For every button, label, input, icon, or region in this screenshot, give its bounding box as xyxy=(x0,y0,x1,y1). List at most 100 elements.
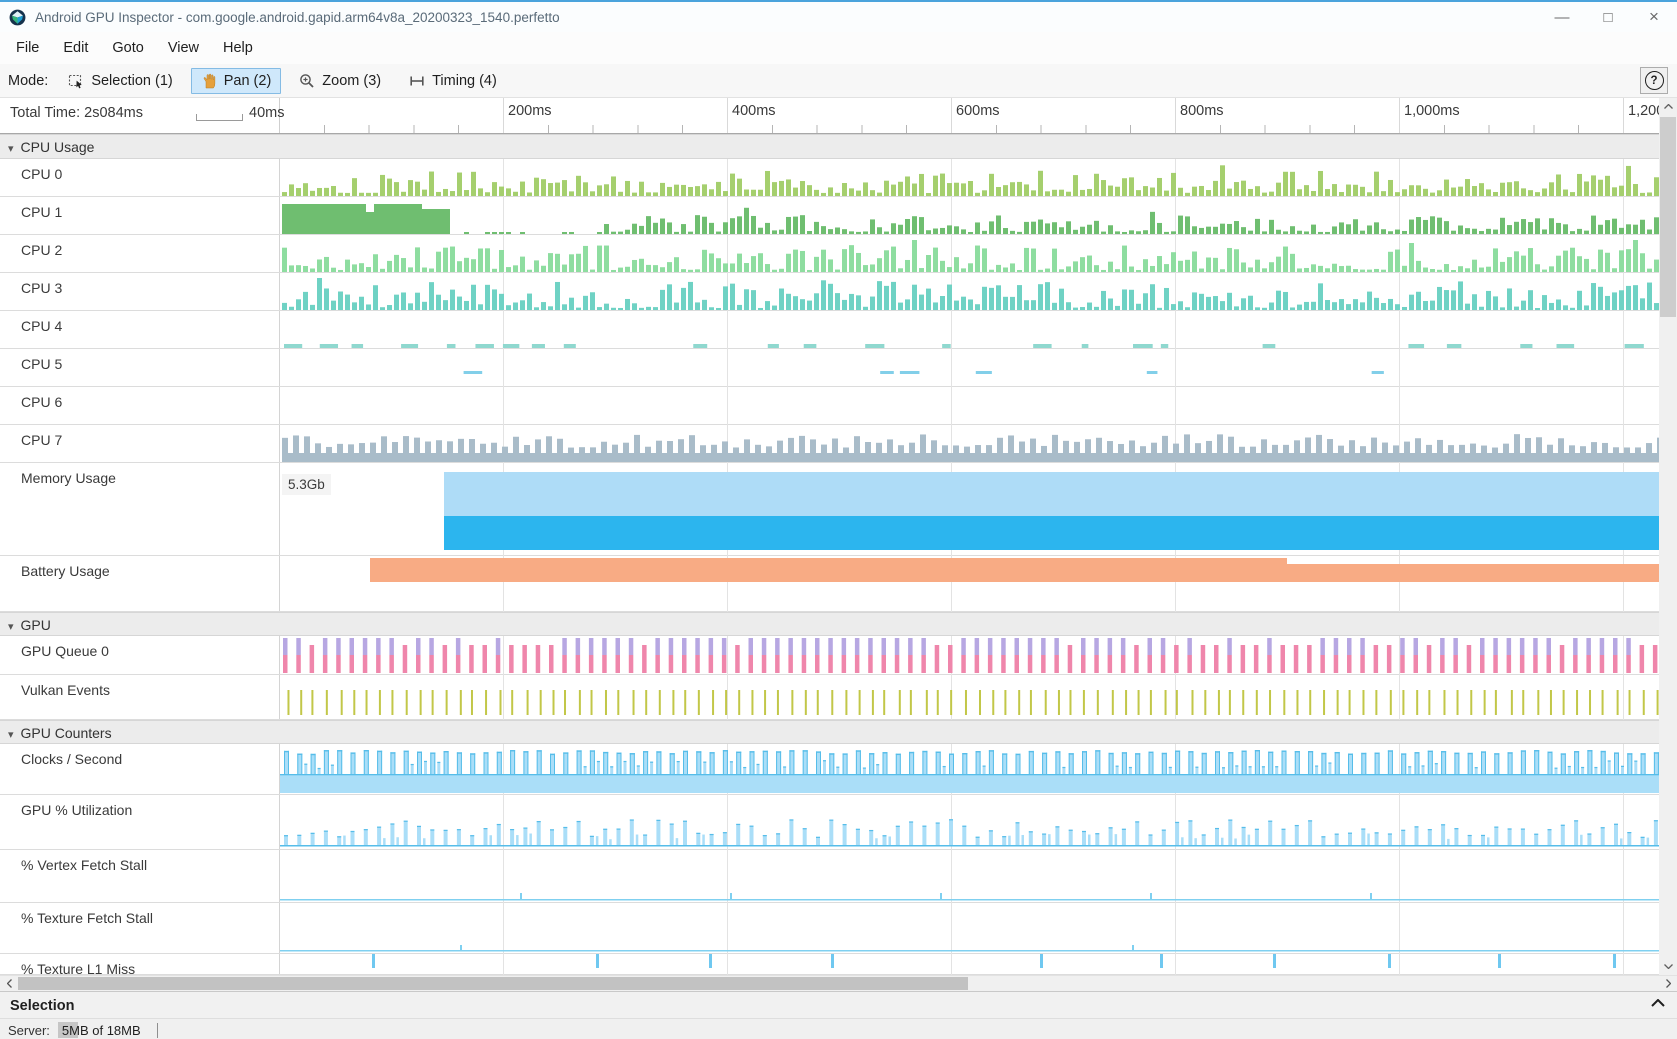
track-label-cpu-2: CPU 2 xyxy=(0,235,280,272)
track-label-battery-usage: Battery Usage xyxy=(0,556,280,611)
scroll-right-icon[interactable] xyxy=(1659,976,1677,991)
timing-mode-label: Timing (4) xyxy=(432,73,497,89)
track-chart-vulkan-events[interactable] xyxy=(280,675,1659,720)
track-row-battery-usage[interactable]: Battery Usage xyxy=(0,556,1659,612)
help-icon: ? xyxy=(1645,71,1664,90)
track-label-cpu-7: CPU 7 xyxy=(0,425,280,462)
pan-mode-icon xyxy=(201,73,217,89)
menu-item-view[interactable]: View xyxy=(156,35,211,61)
section-title: GPU xyxy=(21,617,51,633)
track-chart-cpu-1[interactable] xyxy=(280,197,1659,235)
track-row-cpu-0[interactable]: CPU 0 xyxy=(0,159,1659,197)
track-row-texture-fetch-stall[interactable]: % Texture Fetch Stall xyxy=(0,903,1659,954)
section-title: CPU Usage xyxy=(21,139,95,155)
menu-item-file[interactable]: File xyxy=(4,35,51,61)
minimize-button[interactable]: — xyxy=(1539,2,1585,32)
track-label-gpu-utilization: GPU % Utilization xyxy=(0,795,280,849)
track-row-gpu-utilization[interactable]: GPU % Utilization xyxy=(0,795,1659,850)
close-button[interactable]: × xyxy=(1631,2,1677,32)
selection-mode-label: Selection (1) xyxy=(91,73,172,89)
pan-mode-button[interactable]: Pan (2) xyxy=(191,68,282,94)
section-title: GPU Counters xyxy=(21,725,112,741)
selection-panel-header[interactable]: Selection xyxy=(0,991,1677,1019)
track-row-gpu-queue-0[interactable]: GPU Queue 0 xyxy=(0,636,1659,675)
track-chart-vertex-fetch-stall[interactable] xyxy=(280,850,1659,903)
track-row-cpu-4[interactable]: CPU 4 xyxy=(0,311,1659,349)
track-chart-gpu-utilization[interactable] xyxy=(280,795,1659,850)
horizontal-scroll-thumb[interactable] xyxy=(18,977,968,990)
collapse-arrow-icon[interactable]: ▾ xyxy=(8,728,14,741)
status-separator xyxy=(157,1023,158,1038)
track-row-cpu-7[interactable]: CPU 7 xyxy=(0,425,1659,463)
mode-toolbar: Mode: Selection (1) Pan (2) Zoom (3) xyxy=(0,64,1677,98)
vertical-scrollbar[interactable] xyxy=(1659,98,1677,975)
section-label-gpu[interactable]: ▾ GPU xyxy=(0,613,280,635)
collapse-panel-icon[interactable] xyxy=(1651,999,1665,1007)
track-chart-battery-usage[interactable] xyxy=(280,556,1659,612)
track-row-clocks-second[interactable]: Clocks / Second xyxy=(0,744,1659,795)
track-chart-cpu-7[interactable] xyxy=(280,425,1659,463)
section-label-gpu-counters[interactable]: ▾ GPU Counters xyxy=(0,721,280,743)
track-chart-cpu-4[interactable] xyxy=(280,311,1659,349)
track-row-cpu-2[interactable]: CPU 2 xyxy=(0,235,1659,273)
menu-item-goto[interactable]: Goto xyxy=(100,35,155,61)
track-row-memory-usage[interactable]: Memory Usage5.3Gb xyxy=(0,463,1659,556)
server-memory-text: 5MB of 18MB xyxy=(62,1023,141,1038)
track-chart-memory-usage[interactable]: 5.3Gb xyxy=(280,463,1659,556)
section-header-gpu[interactable]: ▾ GPU xyxy=(0,612,1659,636)
scale-bracket-icon xyxy=(196,110,243,122)
timeline-ruler[interactable]: Total Time: 2s084ms 40ms 200ms400ms600ms… xyxy=(0,98,1677,134)
zoom-mode-button[interactable]: Zoom (3) xyxy=(289,68,391,94)
section-band-gpu xyxy=(280,613,1659,637)
track-row-vulkan-events[interactable]: Vulkan Events xyxy=(0,675,1659,720)
menu-item-edit[interactable]: Edit xyxy=(51,35,100,61)
track-label-texture-fetch-stall: % Texture Fetch Stall xyxy=(0,903,280,953)
track-chart-clocks-second[interactable] xyxy=(280,744,1659,795)
track-label-cpu-6: CPU 6 xyxy=(0,387,280,424)
title-bar: Android GPU Inspector - com.google.andro… xyxy=(0,2,1677,32)
collapse-arrow-icon[interactable]: ▾ xyxy=(8,142,14,155)
help-button[interactable]: ? xyxy=(1640,67,1668,94)
track-label-memory-usage: Memory Usage xyxy=(0,463,280,555)
track-label-cpu-4: CPU 4 xyxy=(0,311,280,348)
track-chart-cpu-6[interactable] xyxy=(280,387,1659,425)
section-header-cpu-usage[interactable]: ▾ CPU Usage xyxy=(0,134,1659,159)
app-window: Android GPU Inspector - com.google.andro… xyxy=(0,0,1677,1039)
track-chart-cpu-2[interactable] xyxy=(280,235,1659,273)
vertical-scroll-thumb[interactable] xyxy=(1660,117,1676,317)
collapse-arrow-icon[interactable]: ▾ xyxy=(8,620,14,633)
scroll-left-icon[interactable] xyxy=(0,976,18,991)
maximize-button[interactable]: □ xyxy=(1585,2,1631,32)
section-label-cpu-usage[interactable]: ▾ CPU Usage xyxy=(0,135,280,158)
track-row-cpu-5[interactable]: CPU 5 xyxy=(0,349,1659,387)
memory-value-badge: 5.3Gb xyxy=(282,474,331,495)
ruler-tick-label: 1,000ms xyxy=(1404,103,1460,119)
track-chart-gpu-queue-0[interactable] xyxy=(280,636,1659,675)
track-row-cpu-1[interactable]: CPU 1 xyxy=(0,197,1659,235)
status-bar: Server: 5MB of 18MB xyxy=(0,1019,1677,1039)
track-chart-texture-l1-miss[interactable] xyxy=(280,954,1659,975)
track-chart-cpu-0[interactable] xyxy=(280,159,1659,197)
scroll-up-icon[interactable] xyxy=(1659,98,1677,115)
section-header-gpu-counters[interactable]: ▾ GPU Counters xyxy=(0,720,1659,744)
horizontal-scrollbar[interactable] xyxy=(0,975,1677,991)
selection-panel-title: Selection xyxy=(10,998,74,1014)
track-label-vertex-fetch-stall: % Vertex Fetch Stall xyxy=(0,850,280,902)
track-row-cpu-6[interactable]: CPU 6 xyxy=(0,387,1659,425)
timing-mode-button[interactable]: Timing (4) xyxy=(399,68,507,94)
track-row-cpu-3[interactable]: CPU 3 xyxy=(0,273,1659,311)
track-chart-texture-fetch-stall[interactable] xyxy=(280,903,1659,954)
menu-item-help[interactable]: Help xyxy=(211,35,265,61)
ruler-tick-label: 1,200ms xyxy=(1628,103,1659,119)
ruler-tick-label: 800ms xyxy=(1180,103,1224,119)
app-logo-icon xyxy=(9,9,26,26)
track-label-cpu-0: CPU 0 xyxy=(0,159,280,196)
track-chart-cpu-3[interactable] xyxy=(280,273,1659,311)
scroll-down-icon[interactable] xyxy=(1659,958,1677,975)
timeline-tracks: ▾ CPU Usage CPU 0CPU 1CPU 2CPU 3CPU 4CPU 5… xyxy=(0,134,1659,975)
track-row-vertex-fetch-stall[interactable]: % Vertex Fetch Stall xyxy=(0,850,1659,903)
track-row-texture-l1-miss[interactable]: % Texture L1 Miss xyxy=(0,954,1659,975)
track-label-vulkan-events: Vulkan Events xyxy=(0,675,280,719)
track-chart-cpu-5[interactable] xyxy=(280,349,1659,387)
selection-mode-button[interactable]: Selection (1) xyxy=(58,68,182,94)
